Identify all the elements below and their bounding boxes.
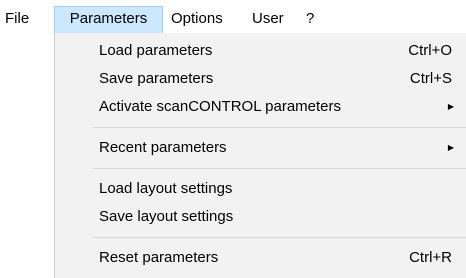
menu-item-shortcut: Ctrl+R <box>409 249 452 266</box>
menu-parameters[interactable]: Parameters <box>54 6 163 33</box>
triangle-right-icon: ▶ <box>447 143 454 152</box>
menu-item-label: Recent parameters <box>99 139 227 156</box>
menu-help[interactable]: ? <box>300 6 320 33</box>
menu-separator <box>93 168 466 169</box>
menu-item-label: Activate scanCONTROL parameters <box>99 98 342 115</box>
menu-options[interactable]: Options <box>165 6 229 33</box>
menu-item-load-parameters[interactable]: Load parameters Ctrl+O <box>55 37 466 64</box>
parameters-dropdown-menu: Load parameters Ctrl+O Save parameters C… <box>54 33 466 278</box>
menu-item-label: Save parameters <box>99 70 214 87</box>
menu-separator <box>93 237 466 238</box>
menu-item-label: Save layout settings <box>99 208 234 225</box>
menu-item-label: Load parameters <box>99 42 213 59</box>
menu-item-save-layout-settings[interactable]: Save layout settings <box>55 203 466 230</box>
menu-item-label: Reset parameters <box>99 249 219 266</box>
menu-item-reset-parameters[interactable]: Reset parameters Ctrl+R <box>55 244 466 271</box>
menu-item-save-parameters[interactable]: Save parameters Ctrl+S <box>55 65 466 92</box>
menu-item-shortcut: Ctrl+S <box>409 70 452 87</box>
menu-user[interactable]: User <box>246 6 290 33</box>
triangle-right-icon: ▶ <box>447 102 454 111</box>
menu-item-activate-scancontrol-parameters[interactable]: Activate scanCONTROL parameters ▶ <box>55 93 466 120</box>
menu-separator <box>93 127 466 128</box>
menu-item-shortcut: Ctrl+O <box>408 42 452 59</box>
menu-item-label: Load layout settings <box>99 180 233 197</box>
menu-bar: File Parameters Options User ? <box>0 0 466 33</box>
menu-file[interactable]: File <box>0 6 35 33</box>
menu-item-load-layout-settings[interactable]: Load layout settings <box>55 175 466 202</box>
menu-item-recent-parameters[interactable]: Recent parameters ▶ <box>55 134 466 161</box>
